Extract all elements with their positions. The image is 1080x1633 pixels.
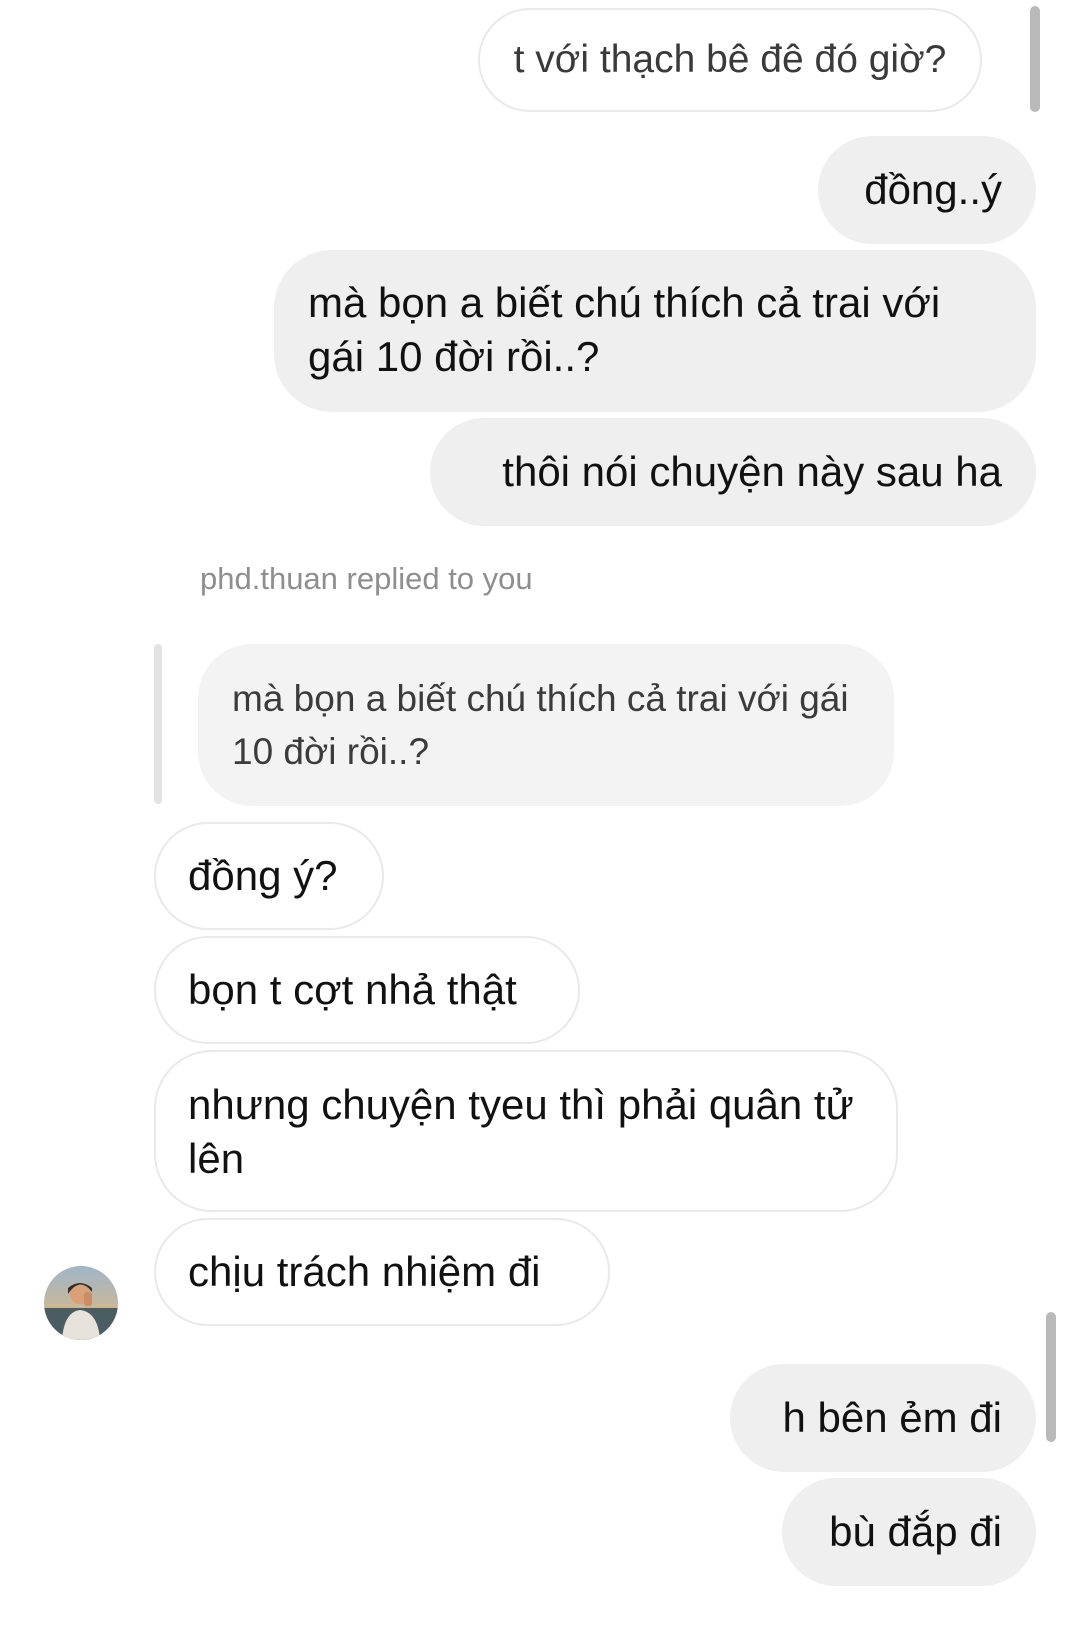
message-text: mà bọn a biết chú thích cả trai với gái … [308, 279, 941, 380]
message-bubble-sent[interactable]: thôi nói chuyện này sau ha [430, 418, 1036, 526]
message-text: bọn t cợt nhả thật [188, 966, 517, 1013]
message-text: chịu trách nhiệm đi [188, 1248, 541, 1295]
reply-context-label: phd.thuan replied to you [200, 561, 533, 596]
quoted-message-text: mà bọn a biết chú thích cả trai với gái … [232, 678, 849, 772]
message-bubble-sent[interactable]: h bên ẻm đi [730, 1364, 1036, 1472]
message-text: đồng..ý [864, 166, 1002, 213]
scrollbar-thumb[interactable] [1030, 6, 1040, 112]
message-text: nhưng chuyện tyeu thì phải quân tử lên [188, 1081, 854, 1182]
message-text: thôi nói chuyện này sau ha [502, 448, 1002, 495]
message-text: bù đắp đi [829, 1508, 1002, 1555]
quoted-message[interactable]: mà bọn a biết chú thích cả trai với gái … [198, 644, 894, 806]
message-text: đồng ý? [188, 852, 338, 899]
message-text: t với thạch bê đê đó giờ? [513, 38, 947, 81]
message-bubble-received[interactable]: bọn t cợt nhả thật [154, 936, 580, 1044]
message-bubble-received[interactable]: chịu trách nhiệm đi [154, 1218, 610, 1326]
message-bubble-outline[interactable]: t với thạch bê đê đó giờ? [478, 8, 982, 112]
avatar-photo-icon [44, 1266, 118, 1340]
message-bubble-sent[interactable]: đồng..ý [818, 136, 1036, 244]
message-bubble-received[interactable]: đồng ý? [154, 822, 384, 930]
message-bubble-sent[interactable]: bù đắp đi [782, 1478, 1036, 1586]
reply-indicator-bar [154, 644, 162, 804]
message-bubble-received[interactable]: nhưng chuyện tyeu thì phải quân tử lên [154, 1050, 898, 1212]
message-bubble-sent[interactable]: mà bọn a biết chú thích cả trai với gái … [274, 250, 1036, 412]
scrollbar-thumb[interactable] [1046, 1312, 1056, 1442]
sender-avatar-icon[interactable] [44, 1266, 118, 1340]
message-text: h bên ẻm đi [782, 1394, 1002, 1441]
